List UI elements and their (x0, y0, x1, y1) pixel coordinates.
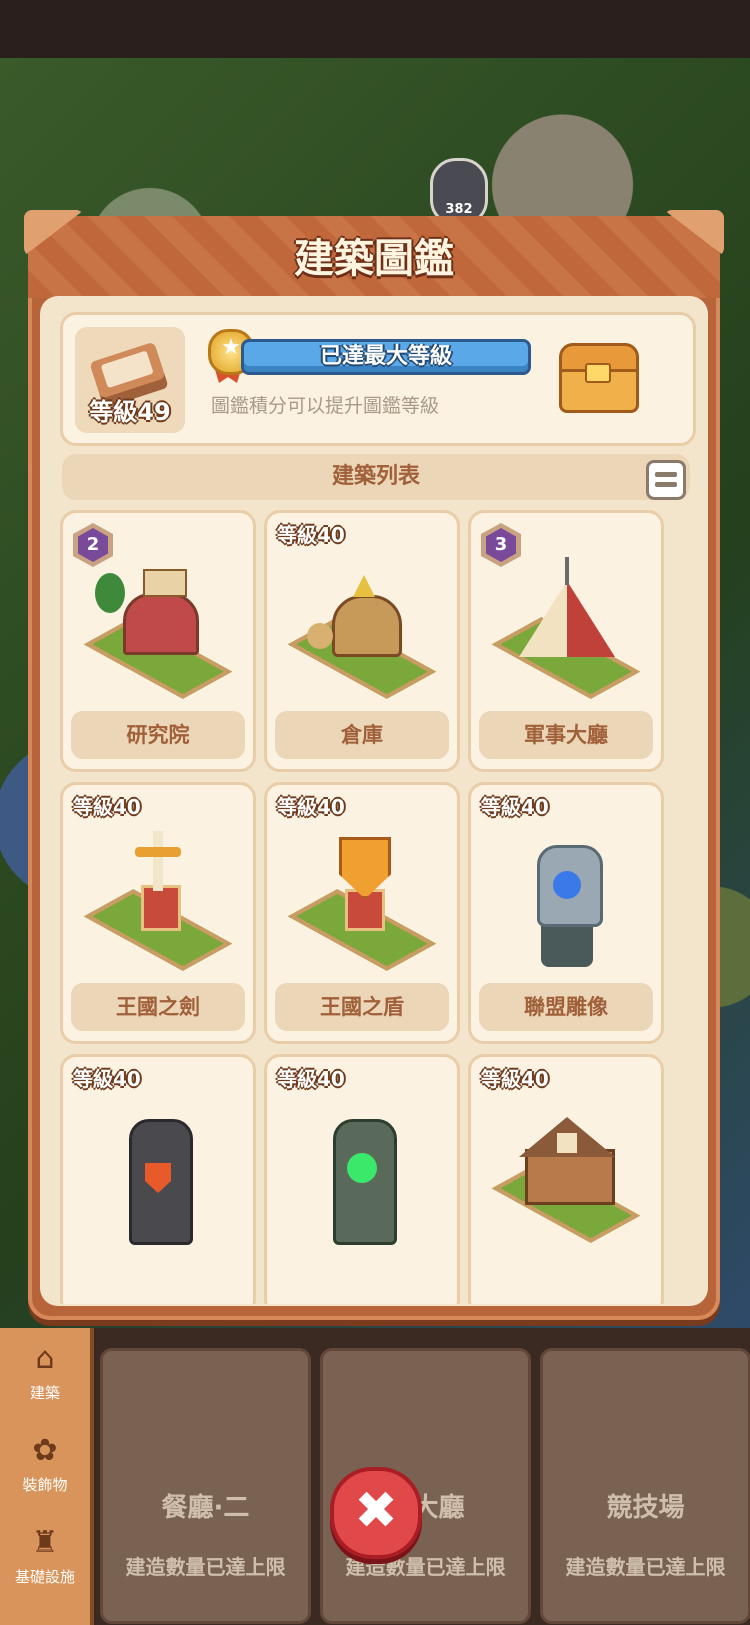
building-level-badge: 等級40 (481, 795, 549, 819)
building-list-header: 建築列表 (62, 454, 690, 500)
dark-statue-icon (83, 1097, 233, 1257)
build-card[interactable]: 競技場 建造數量已達上限 (540, 1348, 750, 1624)
progress-text: 已達最大等級 (319, 344, 452, 369)
hero-level: 382 (445, 202, 473, 217)
research-academy-icon (83, 553, 233, 713)
build-card-name: 競技場 (606, 1493, 685, 1523)
building-level-badge: 等級40 (277, 523, 345, 547)
codex-progress-bar: 已達最大等級 (241, 339, 531, 375)
infirmary-cabin-icon (491, 1097, 641, 1257)
building-card[interactable]: 等級40 王國之盾 (264, 782, 460, 1044)
close-button[interactable]: ✖ (330, 1467, 422, 1559)
building-card[interactable]: 等級40 王國之劍 (60, 782, 256, 1044)
building-card[interactable]: 等級40 (264, 1054, 460, 1304)
modal-title: 建築圖鑑 (294, 236, 454, 282)
building-codex-modal: 建築圖鑑 等級49 已達最大等級 圖鑑積分可以提升圖鑑等級 建築列表 (24, 210, 724, 1320)
building-card[interactable]: 2 研究院 (60, 510, 256, 772)
kingdom-sword-icon (83, 825, 233, 985)
build-card-status: 建造數量已達上限 (125, 1555, 286, 1579)
sidebar-item-label: 建築 (29, 1384, 60, 1402)
build-card[interactable]: 餐廳·二 建造數量已達上限 (100, 1348, 311, 1624)
build-card-status: 建造數量已達上限 (565, 1555, 726, 1579)
building-level-badge: 等級40 (277, 795, 345, 819)
modal-header: 建築圖鑑 (24, 210, 724, 298)
building-name: 軍事大廳 (479, 711, 653, 759)
building-name: 王國之劍 (71, 983, 245, 1031)
kingdom-shield-icon (287, 825, 437, 985)
house-icon: ⌂ (35, 1341, 55, 1376)
build-card-status: 建造數量已達上限 (345, 1555, 506, 1579)
building-name: 聯盟雕像 (479, 983, 653, 1031)
building-card[interactable]: 等級40 (60, 1054, 256, 1304)
flower-icon: ✿ (32, 1433, 58, 1468)
building-name: 研究院 (71, 711, 245, 759)
building-list-title: 建築列表 (331, 464, 420, 489)
sidebar-item-infrastructure[interactable]: ♜ 基礎設施 (0, 1512, 90, 1602)
codex-level-label: 等級49 (89, 398, 171, 426)
codex-book-icon: 等級49 (75, 327, 185, 433)
green-orb-statue-icon (287, 1097, 437, 1257)
building-level-badge: 等級40 (277, 1067, 345, 1091)
building-card[interactable]: 3 軍事大廳 (468, 510, 664, 772)
building-name: 倉庫 (275, 711, 449, 759)
building-level-badge: 等級40 (481, 1067, 549, 1091)
modal-body: 等級49 已達最大等級 圖鑑積分可以提升圖鑑等級 建築列表 2 (40, 296, 708, 1306)
military-hall-tent-icon (491, 553, 641, 713)
alliance-statue-icon (491, 825, 641, 985)
codex-hint-text: 圖鑑積分可以提升圖鑑等級 (211, 395, 440, 417)
building-name: 王國之盾 (275, 983, 449, 1031)
building-level-badge: 等級40 (73, 795, 141, 819)
list-view-toggle-icon[interactable] (646, 460, 686, 500)
building-card[interactable]: 等級40 聯盟雕像 (468, 782, 664, 1044)
category-sidebar: ⌂ 建築 ✿ 裝飾物 ♜ 基礎設施 (0, 1328, 94, 1625)
treasure-chest-icon[interactable] (559, 343, 639, 413)
sidebar-item-label: 基礎設施 (14, 1568, 75, 1586)
top-status-bar (0, 0, 750, 58)
building-grid: 2 研究院 等級40 倉庫 3 軍事大廳 等級40 王國之劍 等級40 王國之盾… (60, 510, 696, 1304)
sidebar-item-label: 裝飾物 (22, 1476, 68, 1494)
sidebar-item-decorations[interactable]: ✿ 裝飾物 (0, 1420, 90, 1510)
build-card-name: 餐廳·二 (161, 1493, 250, 1523)
warehouse-icon (287, 553, 437, 713)
close-icon: ✖ (354, 1481, 398, 1541)
castle-icon: ♜ (31, 1525, 59, 1560)
sidebar-item-buildings[interactable]: ⌂ 建築 (0, 1328, 90, 1418)
building-card[interactable]: 等級40 倉庫 (264, 510, 460, 772)
building-level-badge: 等級40 (73, 1067, 141, 1091)
building-card[interactable]: 等級40 (468, 1054, 664, 1304)
codex-level-card: 等級49 已達最大等級 圖鑑積分可以提升圖鑑等級 (60, 312, 696, 446)
